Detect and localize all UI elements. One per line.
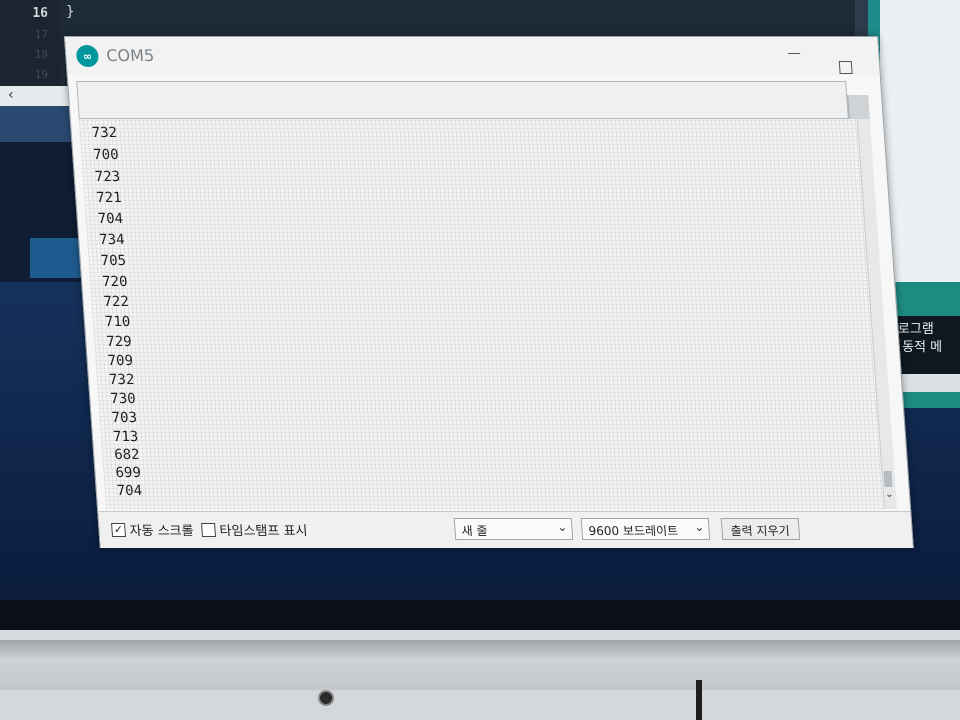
chevron-left-icon[interactable]: ‹ xyxy=(8,87,14,103)
desk-surface xyxy=(0,690,960,720)
line-number: 16 xyxy=(32,6,48,21)
line-ending-value: 새 줄 xyxy=(461,524,489,538)
baud-rate-value: 9600 보드레이트 xyxy=(588,524,679,538)
output-line: 700 xyxy=(92,147,120,163)
output-line: 682 xyxy=(113,447,141,463)
output-line: 723 xyxy=(94,169,121,185)
line-number: 19 xyxy=(34,68,48,81)
arduino-logo-icon: ∞ xyxy=(75,45,100,67)
send-input[interactable] xyxy=(77,82,852,118)
output-line: 721 xyxy=(95,190,123,206)
output-line: 729 xyxy=(105,334,133,350)
send-input-box xyxy=(76,81,852,119)
output-line: 734 xyxy=(98,232,126,248)
output-line: 710 xyxy=(104,314,131,330)
chevron-down-icon: ⌄ xyxy=(556,520,568,534)
serial-output[interactable]: 732 700 723 721 704 734 705 720 722 710 … xyxy=(78,119,889,509)
chevron-down-icon[interactable]: ⌄ xyxy=(885,489,894,500)
maximize-icon[interactable] xyxy=(838,61,853,74)
line-number: 17 xyxy=(34,28,48,41)
output-line: 699 xyxy=(114,465,142,481)
output-line: 704 xyxy=(116,483,143,499)
cable xyxy=(696,680,702,720)
baud-rate-select[interactable]: 9600 보드레이트 ⌄ xyxy=(580,518,711,540)
output-line: 703 xyxy=(111,410,138,426)
serial-monitor-footer: ✓ 자동 스크롤 타임스탬프 표시 새 줄 ⌄ 9600 보드레이트 ⌄ 출력 … xyxy=(98,511,913,548)
minimize-icon[interactable] xyxy=(788,53,801,54)
serial-monitor-window: ∞ COM5 732 700 723 721 704 734 705 720 7… xyxy=(64,36,914,548)
output-line: 705 xyxy=(100,253,127,269)
output-line: 722 xyxy=(103,294,130,310)
clear-output-button[interactable]: 출력 지우기 xyxy=(720,518,801,540)
line-gutter: 16 17 18 19 xyxy=(0,0,60,92)
output-line: 720 xyxy=(101,274,129,290)
autoscroll-label[interactable]: 자동 스크롤 xyxy=(129,520,194,539)
output-line: 730 xyxy=(109,391,137,407)
code-text: } xyxy=(66,4,75,20)
title-bar[interactable]: ∞ COM5 xyxy=(65,37,880,75)
power-button-icon xyxy=(318,690,334,706)
timestamp-label[interactable]: 타임스탬프 표시 xyxy=(219,520,308,539)
timestamp-checkbox[interactable] xyxy=(201,523,217,537)
line-ending-select[interactable]: 새 줄 ⌄ xyxy=(453,518,574,540)
output-line: 704 xyxy=(97,211,124,227)
output-line: 732 xyxy=(108,372,135,388)
chevron-down-icon: ⌄ xyxy=(693,520,705,534)
output-line: 713 xyxy=(112,429,139,445)
scrollbar-thumb[interactable] xyxy=(883,471,893,487)
bezel-shadow xyxy=(0,640,960,660)
line-number: 18 xyxy=(34,48,48,61)
output-line: 709 xyxy=(107,353,134,369)
window-title: COM5 xyxy=(105,46,155,65)
autoscroll-checkbox[interactable]: ✓ xyxy=(111,523,127,537)
output-line: 732 xyxy=(91,125,118,141)
